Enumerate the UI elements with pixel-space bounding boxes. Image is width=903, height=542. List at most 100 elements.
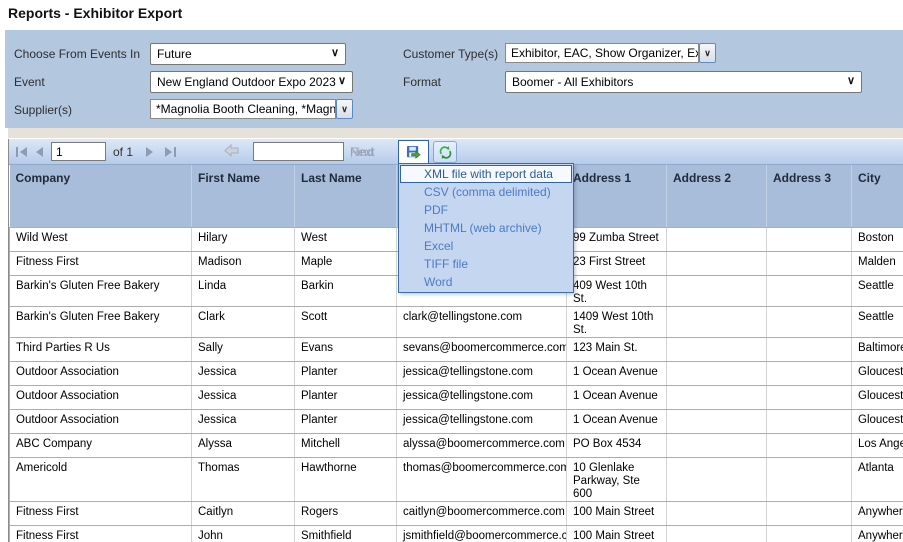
table-cell: thomas@boomercommerce.com xyxy=(396,457,567,502)
table-cell: Outdoor Association xyxy=(9,385,192,410)
export-menu-item[interactable]: Excel xyxy=(400,237,572,255)
table-cell: Evans xyxy=(294,337,397,362)
table-cell: Caitlyn xyxy=(191,501,295,526)
table-cell: Barkin's Gluten Free Bakery xyxy=(9,306,192,338)
table-cell xyxy=(766,361,852,386)
column-header[interactable]: Last Name xyxy=(294,165,397,228)
table-cell: Anywhere xyxy=(851,501,903,526)
refresh-button[interactable] xyxy=(433,141,457,163)
customer-type-input[interactable]: Exhibitor, EAC, Show Organizer, Ext xyxy=(505,43,699,63)
column-header[interactable]: City xyxy=(851,165,903,228)
table-cell xyxy=(666,525,767,542)
table-cell: Mitchell xyxy=(294,433,397,458)
table-cell: 1 Ocean Avenue xyxy=(566,385,667,410)
table-cell: Thomas xyxy=(191,457,295,502)
table-cell: Planter xyxy=(294,409,397,434)
table-cell: Fitness First xyxy=(9,501,192,526)
table-cell: Barkin's Gluten Free Bakery xyxy=(9,275,192,307)
table-cell xyxy=(666,409,767,434)
export-menu-item[interactable]: Word xyxy=(400,273,572,291)
table-cell: 123 Main St. xyxy=(566,337,667,362)
table-cell: jessica@tellingstone.com xyxy=(396,409,567,434)
table-cell: Hilary xyxy=(191,227,295,252)
table-row: ABC Company Alyssa Mitchell alyssa@boomerco… xyxy=(9,433,903,458)
search-input[interactable] xyxy=(253,142,344,161)
format-value: Boomer - All Exhibitors xyxy=(512,75,634,89)
table-cell: Outdoor Association xyxy=(9,409,192,434)
table-cell: clark@tellingstone.com xyxy=(396,306,567,338)
table-row: Third Parties R Us Sally Evans sevans@boome… xyxy=(9,337,903,362)
table-cell xyxy=(766,525,852,542)
table-cell: Scott xyxy=(294,306,397,338)
table-cell: Seattle xyxy=(851,275,903,307)
export-menu-item[interactable]: TIFF file xyxy=(400,255,572,273)
next-page-icon[interactable] xyxy=(145,146,161,158)
table-cell: Jessica xyxy=(191,409,295,434)
back-icon xyxy=(224,144,240,158)
first-page-icon[interactable] xyxy=(15,146,31,158)
export-menu-item[interactable]: CSV (comma delimited) xyxy=(400,183,572,201)
chevron-down-icon: ∨ xyxy=(846,75,855,87)
table-cell: caitlyn@boomercommerce.com xyxy=(396,501,567,526)
table-cell: PO Box 4534 xyxy=(566,433,667,458)
export-menu: XML file with report data CSV (comma deli… xyxy=(398,163,574,293)
table-cell: 1409 West 10th St. xyxy=(566,306,667,338)
table-cell: Madison xyxy=(191,251,295,276)
table-row: Outdoor Association Jessica Planter jessica… xyxy=(9,409,903,434)
table-cell xyxy=(766,433,852,458)
table-cell: Anywhere xyxy=(851,525,903,542)
table-cell: ABC Company xyxy=(9,433,192,458)
table-cell: Fitness First xyxy=(9,525,192,542)
table-cell: Jessica xyxy=(191,385,295,410)
table-row: Fitness First Caitlyn Rogers caitlyn@boomer… xyxy=(9,501,903,526)
table-cell xyxy=(666,306,767,338)
table-cell: Alyssa xyxy=(191,433,295,458)
last-page-icon[interactable] xyxy=(164,146,180,158)
table-cell: Gloucester xyxy=(851,385,903,410)
table-cell xyxy=(766,337,852,362)
chevron-down-icon: ∨ xyxy=(704,48,711,58)
table-cell: jessica@tellingstone.com xyxy=(396,361,567,386)
supplier-dropdown-button[interactable]: ∨ xyxy=(336,99,353,119)
format-label: Format xyxy=(403,75,442,89)
table-cell xyxy=(666,337,767,362)
table-cell: Smithfield xyxy=(294,525,397,542)
export-menu-item[interactable]: PDF xyxy=(400,201,572,219)
customer-type-dropdown-button[interactable]: ∨ xyxy=(699,43,716,63)
table-cell: John xyxy=(191,525,295,542)
column-header[interactable]: Company xyxy=(9,165,192,228)
format-select[interactable]: Boomer - All Exhibitors ∨ xyxy=(505,71,862,93)
export-menu-item[interactable]: MHTML (web archive) xyxy=(400,219,572,237)
table-cell: Wild West xyxy=(9,227,192,252)
events-in-select[interactable]: Future ∨ xyxy=(150,43,346,65)
table-cell: Clark xyxy=(191,306,295,338)
next-link[interactable]: Next xyxy=(350,145,375,159)
supplier-input[interactable]: *Magnolia Booth Cleaning, *Magnol xyxy=(150,99,336,119)
table-cell: jessica@tellingstone.com xyxy=(396,385,567,410)
events-in-value: Future xyxy=(157,47,192,61)
export-menu-item[interactable]: XML file with report data xyxy=(400,165,572,183)
page-number-input[interactable] xyxy=(51,142,106,161)
event-select[interactable]: New England Outdoor Expo 2023 ∨ xyxy=(150,71,353,93)
table-cell: Planter xyxy=(294,385,397,410)
table-cell: Sally xyxy=(191,337,295,362)
table-cell: Americold xyxy=(9,457,192,502)
table-cell: 1 Ocean Avenue xyxy=(566,361,667,386)
column-header[interactable]: Address 2 xyxy=(666,165,767,228)
table-cell: Seattle xyxy=(851,306,903,338)
table-cell xyxy=(766,306,852,338)
table-cell: 1 Ocean Avenue xyxy=(566,409,667,434)
export-button[interactable]: ▾ xyxy=(398,140,429,164)
table-cell: Third Parties R Us xyxy=(9,337,192,362)
table-cell: 100 Main Street xyxy=(566,525,667,542)
table-cell: Linda xyxy=(191,275,295,307)
column-header[interactable]: Address 3 xyxy=(766,165,852,228)
prev-page-icon[interactable] xyxy=(34,146,50,158)
table-cell xyxy=(666,385,767,410)
column-header[interactable]: Address 1 xyxy=(566,165,667,228)
report-toolbar: of 1 Find | Next ▾ xyxy=(9,139,903,165)
table-cell: Planter xyxy=(294,361,397,386)
table-cell: alyssa@boomercommerce.com xyxy=(396,433,567,458)
column-header[interactable]: First Name xyxy=(191,165,295,228)
chevron-down-icon: ∨ xyxy=(330,47,339,59)
